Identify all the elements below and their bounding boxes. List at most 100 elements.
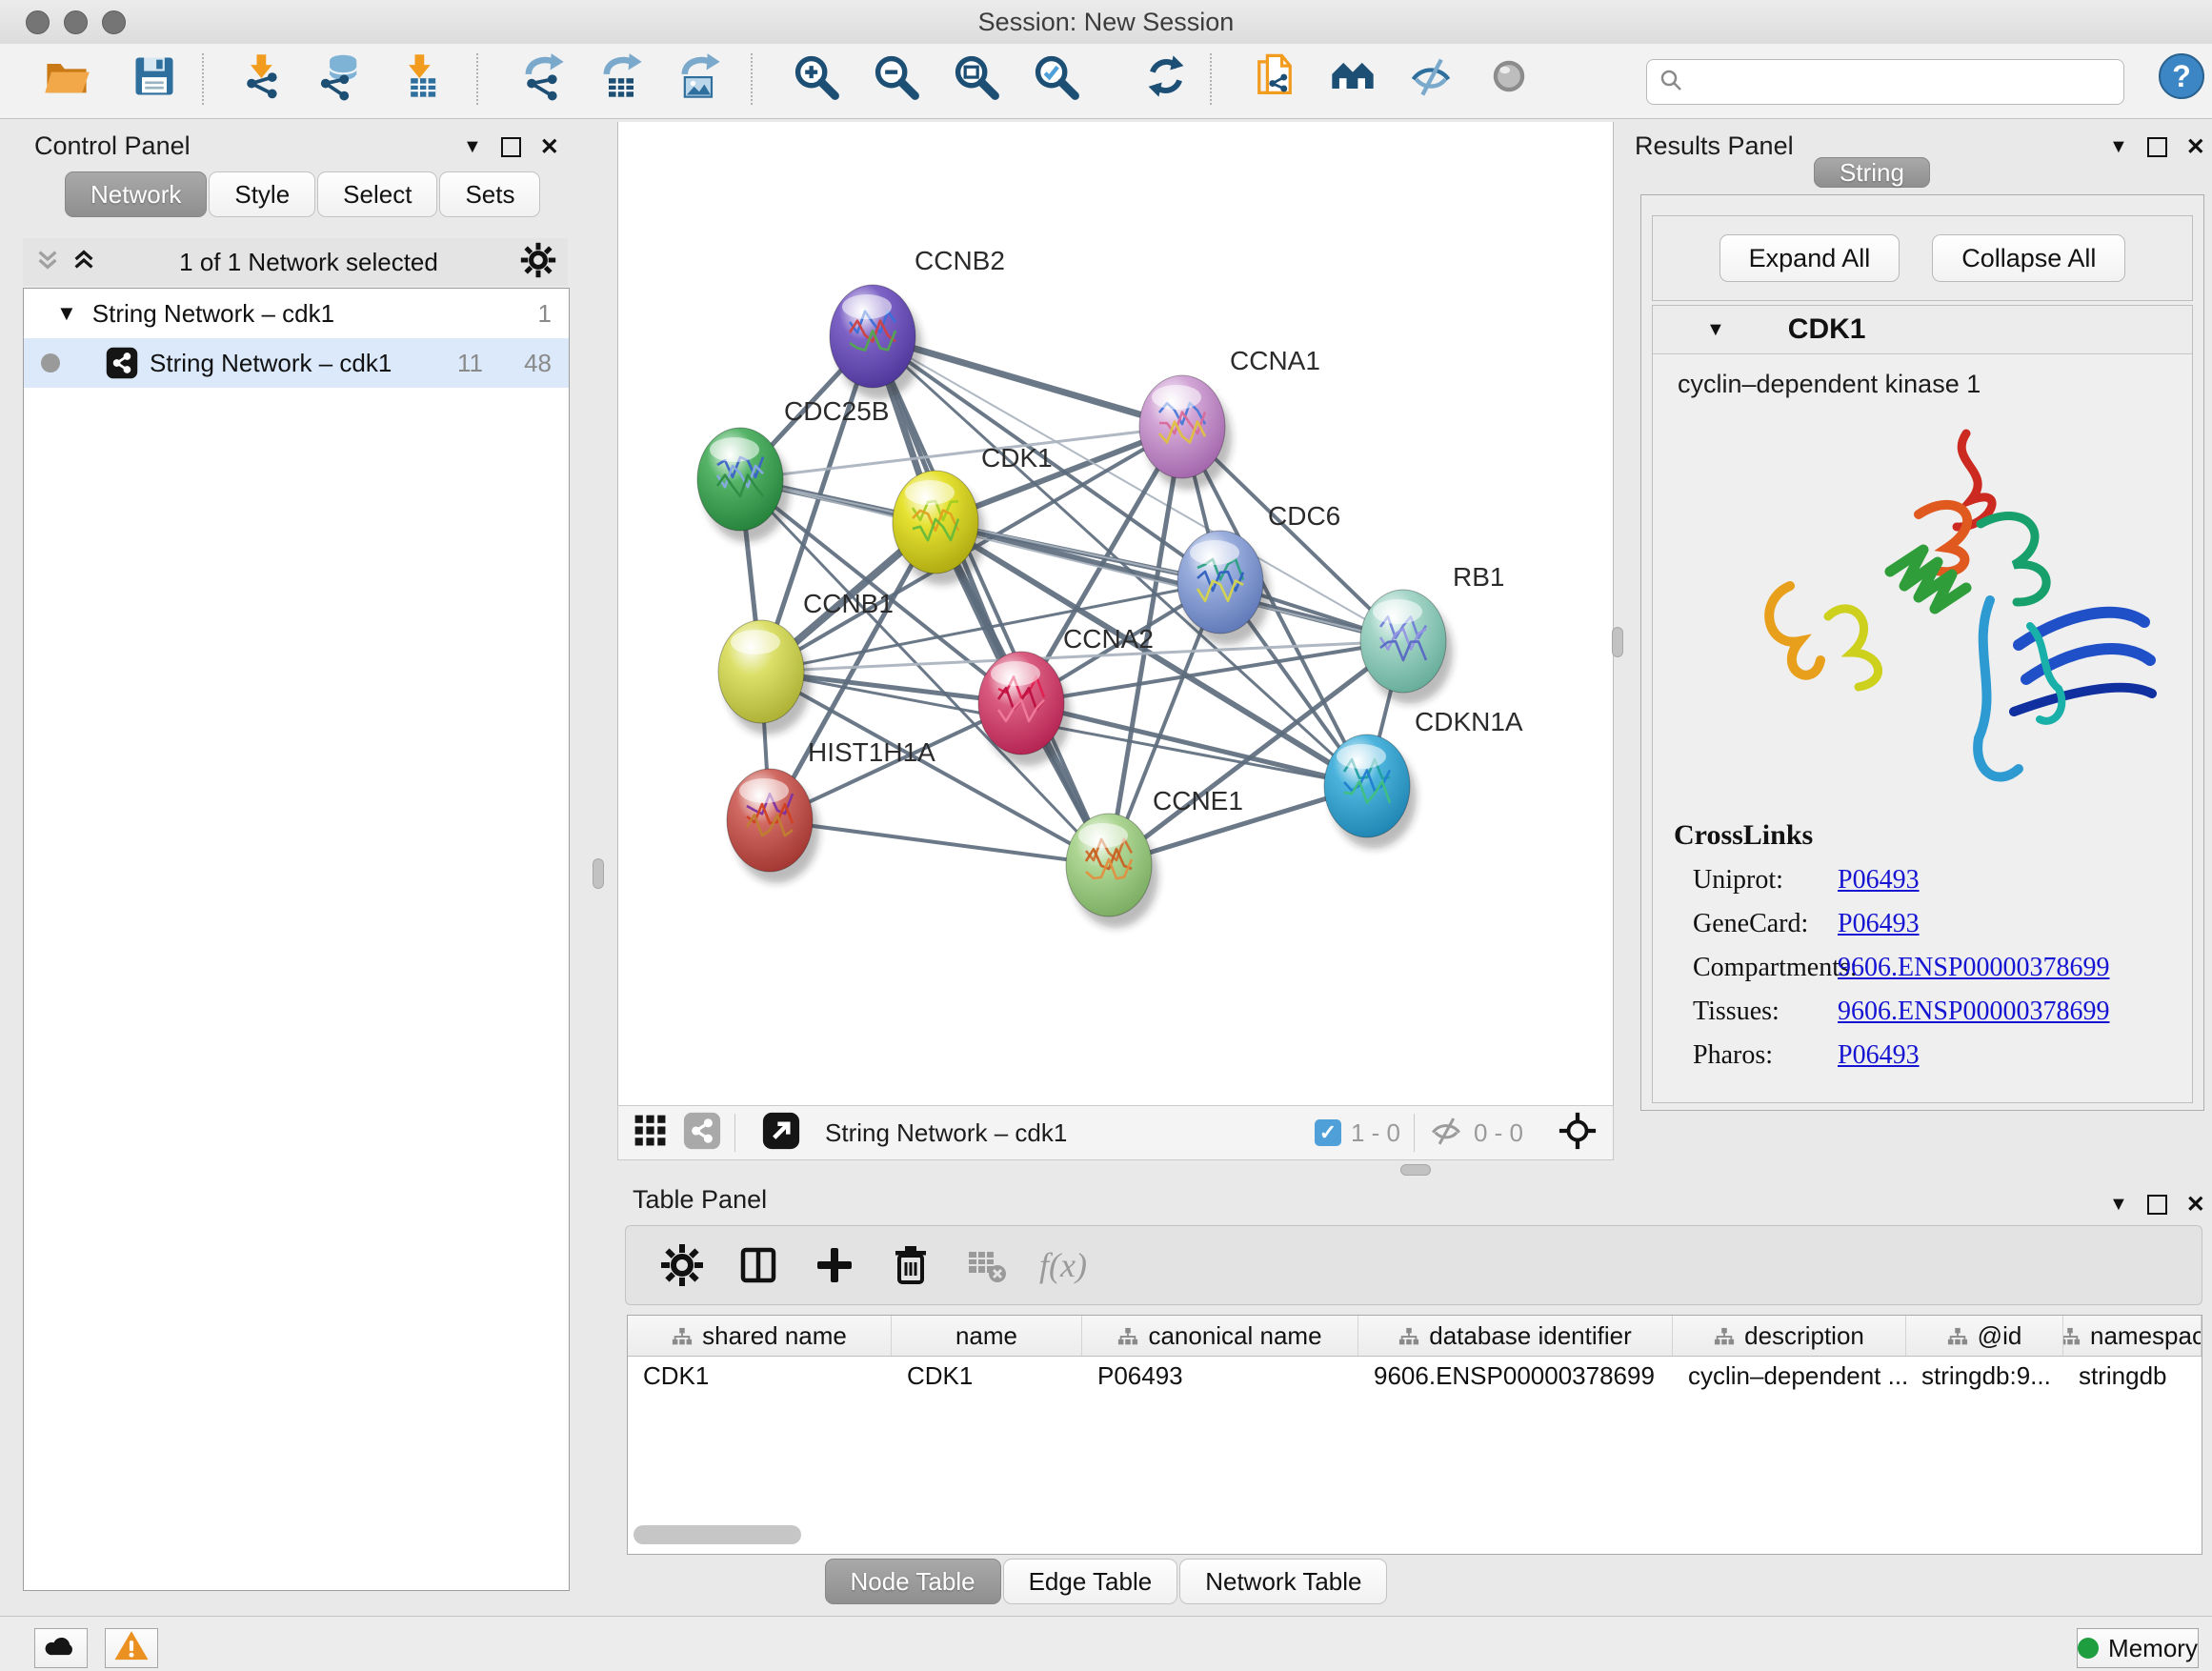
memory-label: Memory — [2108, 1634, 2198, 1663]
left-splitter-handle[interactable] — [593, 858, 604, 889]
collapse-all-chevron-icon[interactable] — [34, 247, 61, 278]
panel-collapse-icon[interactable]: ▼ — [2109, 136, 2128, 158]
tab-sets[interactable]: Sets — [439, 171, 540, 217]
table-options-gear-icon[interactable] — [658, 1241, 706, 1289]
zoom-in-icon — [791, 51, 840, 106]
table-row[interactable]: CDK1CDK1P064939606.ENSP00000378699cyclin… — [628, 1357, 2202, 1395]
help-button[interactable]: ? — [2153, 50, 2210, 107]
export-network-button[interactable] — [514, 50, 572, 107]
hidden-eye-icon[interactable] — [1428, 1113, 1464, 1154]
zoom-in-button[interactable] — [787, 50, 844, 107]
cloud-button[interactable] — [34, 1628, 88, 1668]
network-options-gear-icon[interactable] — [520, 242, 556, 283]
column-header-@id[interactable]: @id — [1906, 1316, 2063, 1356]
control-panel-tabs: NetworkStyleSelectSets — [65, 171, 540, 217]
table-cell[interactable]: CDK1 — [628, 1361, 892, 1391]
export-table-button[interactable] — [593, 50, 650, 107]
export-image-button[interactable] — [671, 50, 728, 107]
results-panel-tab-string[interactable]: String — [1814, 151, 1930, 194]
panel-collapse-icon[interactable]: ▼ — [463, 136, 482, 158]
table-cell[interactable]: cyclin–dependent ... — [1673, 1361, 1906, 1391]
selected-checkbox-icon[interactable]: ✓ — [1315, 1119, 1341, 1146]
save-session-button[interactable] — [126, 50, 183, 107]
crosslink-link[interactable]: P06493 — [1838, 865, 1920, 896]
column-header-description[interactable]: description — [1673, 1316, 1906, 1356]
crosslink-label: Compartments: — [1693, 953, 1838, 983]
crosslink-label: Pharos: — [1693, 1040, 1838, 1071]
tab-network-table[interactable]: Network Table — [1179, 1559, 1387, 1604]
tree-expand-icon[interactable]: ▼ — [56, 301, 77, 326]
string-network-graph[interactable]: CCNB2CCNA1CDC25BCDK1CDC6RB1CCNB1CCNA2CDK… — [618, 122, 1613, 1105]
network-canvas[interactable]: CCNB2CCNA1CDC25BCDK1CDC6RB1CCNB1CCNA2CDK… — [617, 122, 1614, 1105]
collapse-all-button[interactable]: Collapse All — [1932, 234, 2125, 282]
show-all-button[interactable] — [1480, 50, 1538, 107]
zoom-fit-button[interactable] — [947, 50, 1004, 107]
node-label-CDK1: CDK1 — [981, 443, 1053, 473]
string-network-icon — [106, 347, 138, 379]
hide-selected-button[interactable] — [1402, 50, 1459, 107]
crosslink-link[interactable]: P06493 — [1838, 909, 1920, 939]
panel-close-icon[interactable]: ✕ — [2186, 133, 2205, 161]
tab-edge-table[interactable]: Edge Table — [1003, 1559, 1178, 1604]
panel-float-icon[interactable] — [2147, 1195, 2167, 1215]
delete-table-icon[interactable] — [963, 1241, 1011, 1289]
table-cell[interactable]: 9606.ENSP00000378699 — [1358, 1361, 1673, 1391]
section-collapse-icon[interactable]: ▼ — [1706, 319, 1725, 341]
add-column-icon[interactable] — [811, 1241, 858, 1289]
column-header-namespac[interactable]: namespac — [2063, 1316, 2202, 1356]
first-neighbors-button[interactable] — [1324, 50, 1381, 107]
import-network-button[interactable] — [234, 50, 292, 107]
network-badge-icon[interactable] — [683, 1112, 721, 1155]
warnings-button[interactable] — [105, 1628, 158, 1668]
apply-layout-button[interactable] — [1137, 50, 1195, 107]
zoom-out-button[interactable] — [867, 50, 924, 107]
new-network-from-selection-button[interactable] — [1246, 50, 1303, 107]
search-input[interactable] — [1691, 62, 2123, 102]
show-grid-icon[interactable] — [632, 1112, 670, 1155]
tab-node-table[interactable]: Node Table — [825, 1559, 1001, 1604]
detach-view-icon[interactable] — [762, 1112, 800, 1155]
table-cell[interactable]: CDK1 — [892, 1361, 1082, 1391]
function-builder-button[interactable]: f(x) — [1039, 1245, 1087, 1285]
network-collection-row[interactable]: ▼ String Network – cdk1 1 — [24, 289, 569, 338]
panel-close-icon[interactable]: ✕ — [2186, 1191, 2205, 1218]
import-database-button[interactable] — [312, 50, 370, 107]
column-header-name[interactable]: name — [892, 1316, 1082, 1356]
panel-float-icon[interactable] — [2147, 137, 2167, 157]
hierarchy-icon — [1714, 1325, 1735, 1346]
memory-button[interactable]: Memory — [2077, 1628, 2199, 1668]
import-database-icon — [316, 51, 366, 106]
tab-style[interactable]: Style — [209, 171, 315, 217]
export-image-icon — [674, 51, 724, 106]
network-row-selected[interactable]: String Network – cdk1 11 48 — [24, 338, 569, 388]
right-splitter-handle[interactable] — [1612, 627, 1623, 657]
panel-close-icon[interactable]: ✕ — [540, 133, 559, 161]
open-session-button[interactable] — [38, 50, 95, 107]
column-header-database-identifier[interactable]: database identifier — [1358, 1316, 1673, 1356]
expand-all-button[interactable]: Expand All — [1719, 234, 1900, 282]
table-cell[interactable]: P06493 — [1082, 1361, 1358, 1391]
tab-select[interactable]: Select — [317, 171, 437, 217]
fit-selection-crosshair-icon[interactable] — [1558, 1111, 1598, 1156]
table-cell[interactable]: stringdb — [2063, 1361, 2202, 1391]
gene-section-header[interactable]: ▼ CDK1 — [1653, 306, 2192, 354]
crosslink-link[interactable]: P06493 — [1838, 1040, 1920, 1071]
panel-float-icon[interactable] — [501, 137, 521, 157]
expand-all-chevron-icon[interactable] — [70, 247, 97, 278]
column-header-shared-name[interactable]: shared name — [628, 1316, 892, 1356]
tab-network[interactable]: Network — [65, 171, 207, 217]
horizontal-scrollbar[interactable] — [633, 1525, 801, 1544]
import-table-button[interactable] — [392, 50, 450, 107]
crosslink-link[interactable]: 9606.ENSP00000378699 — [1838, 953, 2109, 983]
delete-column-icon[interactable] — [887, 1241, 935, 1289]
show-columns-icon[interactable] — [734, 1241, 782, 1289]
node-table-header[interactable]: shared namenamecanonical namedatabase id… — [628, 1316, 2202, 1357]
help-icon: ? — [2157, 51, 2206, 106]
node-table[interactable]: shared namenamecanonical namedatabase id… — [627, 1315, 2202, 1555]
panel-collapse-icon[interactable]: ▼ — [2109, 1194, 2128, 1216]
column-header-canonical-name[interactable]: canonical name — [1082, 1316, 1358, 1356]
horizontal-splitter-handle[interactable] — [1400, 1164, 1431, 1176]
table-cell[interactable]: stringdb:9... — [1906, 1361, 2063, 1391]
zoom-selected-button[interactable] — [1027, 50, 1084, 107]
crosslink-link[interactable]: 9606.ENSP00000378699 — [1838, 997, 2109, 1027]
